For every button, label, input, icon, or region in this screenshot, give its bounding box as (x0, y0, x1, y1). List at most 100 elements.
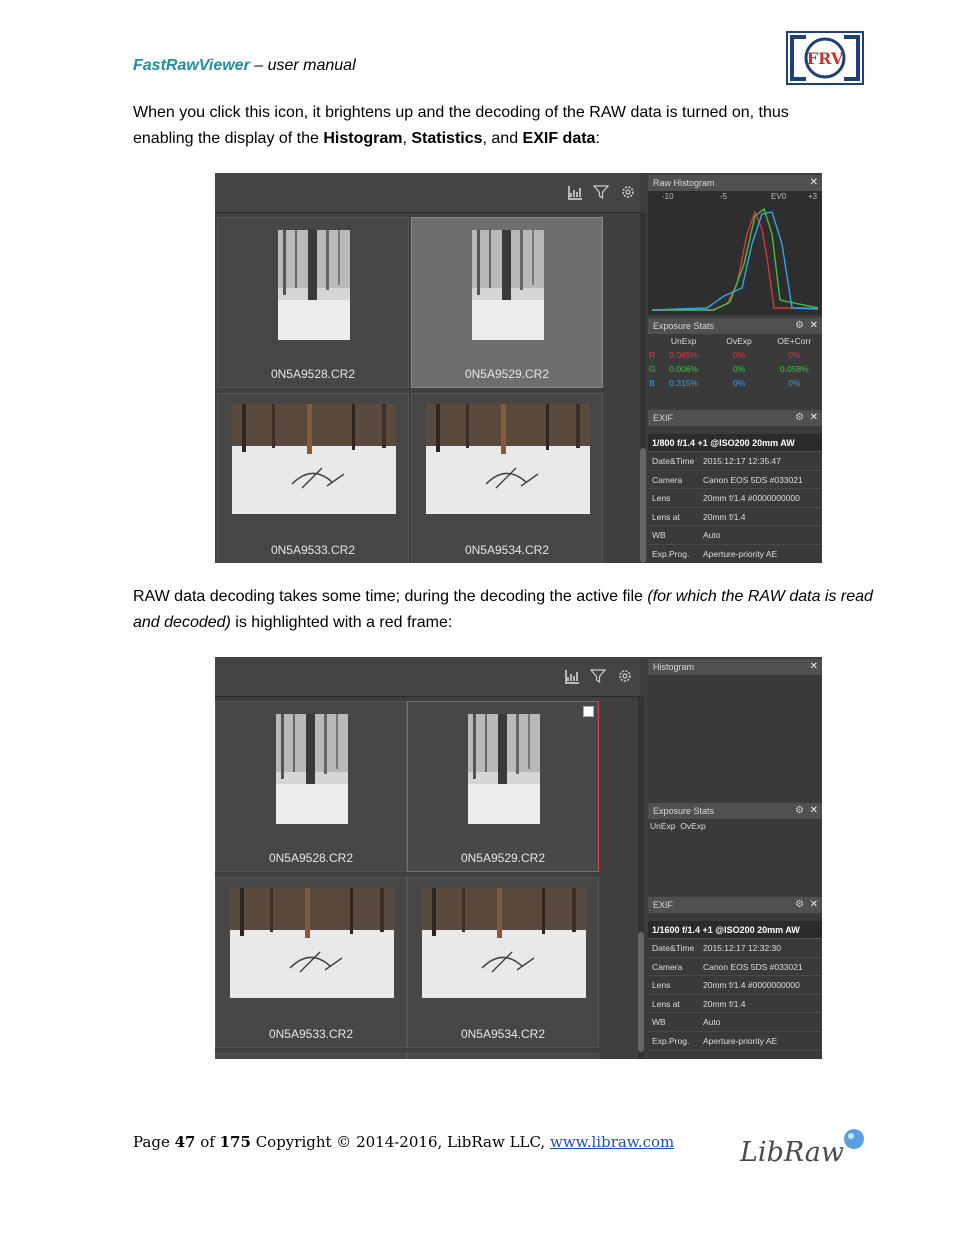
bold-exif: EXIF data (522, 130, 596, 147)
thumbnail-grid: 0N5A9528.CR2 0N5A9529.CR2 0N5A9533.CR2 0… (215, 657, 644, 1059)
grid-scroll-thumb[interactable] (638, 932, 644, 1052)
panel-header: Exposure Stats ⚙ ✕ (648, 318, 822, 334)
close-icon[interactable]: ✕ (810, 659, 818, 675)
thumbnail-image (278, 230, 350, 340)
thumbnail-cell[interactable]: 0N5A9534.CR2 (407, 877, 599, 1048)
panel-header: EXIF ⚙ ✕ (648, 410, 822, 426)
libraw-logo: LibRaw (738, 1127, 870, 1169)
panel-header: Exposure Stats ⚙ ✕ (648, 803, 822, 819)
exif-row: Camera Canon EOS 5DS #033021 (648, 958, 822, 977)
file-name: 0N5A9533.CR2 (268, 1027, 354, 1041)
manual-subtitle: – user manual (249, 57, 356, 74)
histogram-plot (651, 204, 819, 312)
stats-row-red: R 0.045% 0% 0% (648, 350, 801, 360)
stats-table: UnExp OvExp OE+Corr R 0.045% 0% 0% G 0.006% 0% 0… (648, 334, 822, 390)
exif-row: Lens at 20mm f/1.4 (648, 995, 822, 1014)
thumbnail-cell[interactable]: 0N5A9534.CR2 (411, 393, 603, 563)
grid-toolbar (215, 657, 640, 697)
close-icon[interactable]: ✕ (810, 410, 818, 426)
screenshot-decoding-active: 0N5A9528.CR2 0N5A9529.CR2 0N5A9533.CR2 0… (215, 657, 822, 1059)
thumbnail-image (230, 888, 394, 998)
exif-row: Lens at 20mm f/1.4 (648, 508, 822, 527)
file-name: 0N5A9534.CR2 (464, 543, 550, 557)
libraw-logo-text: LibRaw (739, 1137, 844, 1168)
exif-row: Lens 20mm f/1.4 #0000000000 (648, 976, 822, 995)
thumbnail-image (426, 404, 590, 514)
exif-panel: EXIF ⚙ ✕ 1/800 f/1.4 +1 @ISO200 20mm AW Da… (648, 410, 822, 563)
panel-header: Raw Histogram ✕ (648, 175, 822, 191)
thumbnail-image (422, 888, 586, 998)
header-title: FastRawViewer – user manual (133, 57, 356, 75)
libraw-link[interactable]: www.libraw.com (550, 1133, 674, 1151)
frv-logo-text: FRV (807, 49, 844, 68)
thumbnail-image (276, 714, 348, 824)
close-icon[interactable]: ✕ (810, 318, 818, 334)
histogram-body: -10 -5 EV0 +3 (648, 191, 822, 315)
stats-header: UnExp OvExp (648, 819, 822, 833)
paragraph-2: RAW data decoding takes some time; durin… (133, 588, 873, 631)
exif-panel: EXIF ⚙ ✕ 1/1600 f/1.4 +1 @ISO200 20mm AW D… (648, 897, 822, 1059)
close-icon[interactable]: ✕ (810, 897, 818, 913)
gear-icon[interactable]: ⚙ (795, 803, 804, 819)
file-name: 0N5A9528.CR2 (270, 367, 356, 381)
histogram-icon[interactable] (562, 666, 582, 686)
exif-row: Date&Time 2015:12:17 12:32:30 (648, 939, 822, 958)
file-name: 0N5A9528.CR2 (268, 851, 354, 865)
stats-row-green: G 0.006% 0% 0.058% (648, 364, 809, 374)
thumbnail-image (468, 714, 540, 824)
thumbnail-grid: 0N5A9528.CR2 0N5A9529.CR2 0N5A9533.CR2 0… (215, 173, 646, 563)
grid-scrollbar[interactable] (638, 697, 644, 1059)
gear-icon[interactable]: ⚙ (795, 318, 804, 334)
thumbnail-cell-selected[interactable]: 0N5A9529.CR2 (411, 217, 603, 388)
gear-icon[interactable] (615, 666, 635, 686)
gear-icon[interactable]: ⚙ (795, 897, 804, 913)
grid-scroll-thumb[interactable] (640, 448, 646, 563)
histogram-panel: Histogram ✕ (648, 659, 822, 801)
close-icon[interactable]: ✕ (810, 803, 818, 819)
bold-histogram: Histogram (323, 130, 403, 147)
thumbnail-cell[interactable] (407, 1053, 599, 1059)
histogram-body-empty (648, 675, 822, 801)
frv-logo: FRV (786, 31, 864, 85)
filter-icon[interactable] (591, 182, 611, 202)
exposure-stats-panel: Exposure Stats ⚙ ✕ UnExp OvExp OE+Corr R 0.04… (648, 318, 822, 408)
filter-icon[interactable] (588, 666, 608, 686)
select-checkbox[interactable] (583, 706, 594, 717)
thumbnail-image (232, 404, 396, 514)
histogram-panel: Raw Histogram ✕ -10 -5 EV0 +3 (648, 175, 822, 315)
exif-summary: 1/800 f/1.4 +1 @ISO200 20mm AW (648, 434, 822, 452)
page-total: 175 (219, 1133, 251, 1151)
thumbnail-cell[interactable]: 0N5A9533.CR2 (217, 393, 409, 563)
thumbnail-cell[interactable]: 0N5A9528.CR2 (217, 217, 409, 388)
exif-row: WB Auto (648, 526, 822, 545)
stats-row-blue: B 0.315% 0% 0% (649, 378, 801, 388)
file-name: 0N5A9529.CR2 (460, 851, 546, 865)
thumbnail-image (472, 230, 544, 340)
file-name: 0N5A9529.CR2 (464, 367, 550, 381)
thumbnail-cell[interactable]: 0N5A9533.CR2 (215, 877, 407, 1048)
screenshot-decoding-on: 0N5A9528.CR2 0N5A9529.CR2 0N5A9533.CR2 0… (215, 173, 822, 563)
panel-header: Histogram ✕ (648, 659, 822, 675)
grid-toolbar (215, 173, 640, 213)
file-name: 0N5A9534.CR2 (460, 1027, 546, 1041)
exif-row: Camera Canon EOS 5DS #033021 (648, 471, 822, 490)
close-icon[interactable]: ✕ (810, 175, 818, 191)
exif-row: Exp.Prog. Aperture-priority AE (648, 1032, 822, 1051)
grid-scrollbar[interactable] (640, 213, 646, 563)
thumbnail-cell-decoding[interactable]: 0N5A9529.CR2 (407, 701, 599, 872)
thumbnail-cell[interactable] (215, 1053, 407, 1059)
gear-icon[interactable] (618, 182, 638, 202)
gear-icon[interactable]: ⚙ (795, 410, 804, 426)
panel-header: EXIF ⚙ ✕ (648, 897, 822, 913)
exif-row: Date&Time 2015:12:17 12:35:47 (648, 452, 822, 471)
exif-row: Exp.Prog. Aperture-priority AE (648, 545, 822, 563)
page-number: 47 (174, 1133, 196, 1151)
paragraph-1: When you click this icon, it brightens u… (133, 104, 789, 147)
exposure-stats-panel: Exposure Stats ⚙ ✕ UnExp OvExp (648, 803, 822, 895)
file-name: 0N5A9533.CR2 (270, 543, 356, 557)
exif-summary: 1/1600 f/1.4 +1 @ISO200 20mm AW (648, 921, 822, 939)
histogram-icon[interactable] (565, 182, 585, 202)
exif-row: Lens 20mm f/1.4 #0000000000 (648, 489, 822, 508)
thumbnail-cell[interactable]: 0N5A9528.CR2 (215, 701, 407, 872)
bold-statistics: Statistics (411, 130, 483, 147)
